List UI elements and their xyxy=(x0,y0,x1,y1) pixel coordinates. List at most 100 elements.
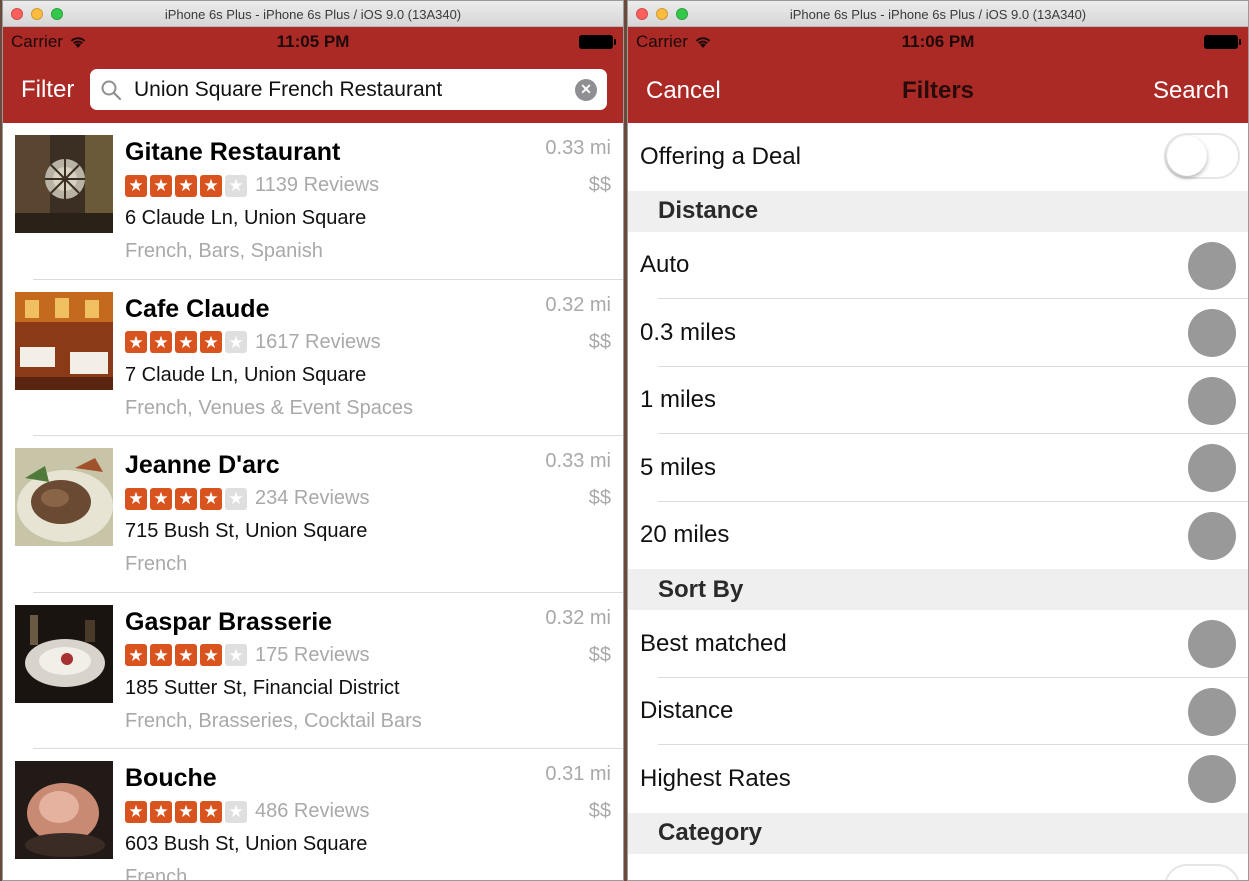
status-time: 11:06 PM xyxy=(901,32,975,51)
distance-option[interactable]: 20 miles xyxy=(628,502,1248,570)
restaurant-photo xyxy=(15,448,113,546)
restaurant-name: Gitane Restaurant xyxy=(125,138,341,166)
restaurant-photo xyxy=(15,604,113,703)
restaurant-distance: 0.32 mi xyxy=(545,606,611,629)
radio-button[interactable] xyxy=(1188,376,1236,425)
star-icon: ★ xyxy=(125,331,147,353)
star-empty-icon: ★ xyxy=(225,644,247,666)
search-button[interactable]: Search xyxy=(1153,77,1229,105)
radio-button[interactable] xyxy=(1188,444,1236,492)
filters-table[interactable]: Offering a Deal Distance Auto 0.3 miles … xyxy=(628,123,1248,880)
star-empty-icon: ★ xyxy=(225,800,247,823)
star-icon: ★ xyxy=(200,644,222,666)
radio-button[interactable] xyxy=(1188,309,1236,357)
results-list[interactable]: Gitane Restaurant 0.33 mi ★ ★ ★ ★ ★ 1139 Rev… xyxy=(3,123,623,880)
option-label: Best matched xyxy=(640,629,787,657)
search-input[interactable] xyxy=(134,77,575,102)
star-icon: ★ xyxy=(175,331,197,353)
window-titlebar: iPhone 6s Plus - iPhone 6s Plus / iOS 9.… xyxy=(628,1,1248,27)
star-icon: ★ xyxy=(125,644,147,666)
restaurant-address: 603 Bush St, Union Square xyxy=(125,833,368,855)
star-icon: ★ xyxy=(175,487,197,510)
star-empty-icon: ★ xyxy=(225,487,247,510)
restaurant-name: Jeanne D'arc xyxy=(125,451,280,479)
filters-navbar: Cancel Filters Search xyxy=(628,57,1248,123)
radio-button[interactable] xyxy=(1188,620,1236,668)
restaurant-address: 6 Claude Ln, Union Square xyxy=(125,207,367,229)
distance-option[interactable]: Auto xyxy=(628,232,1248,300)
section-header-distance: Distance xyxy=(628,190,1248,232)
radio-button[interactable] xyxy=(1188,687,1236,736)
radio-button[interactable] xyxy=(1188,241,1236,290)
review-count: 234 Reviews xyxy=(255,487,370,509)
price-level: $$ xyxy=(588,487,611,509)
restaurant-photo xyxy=(15,291,113,390)
review-count: 1139 Reviews xyxy=(255,174,380,196)
radio-button[interactable] xyxy=(1188,511,1236,560)
distance-option[interactable]: 1 miles xyxy=(628,367,1248,435)
review-count: 486 Reviews xyxy=(255,800,370,822)
restaurant-distance: 0.32 mi xyxy=(545,293,611,316)
battery-icon xyxy=(1204,35,1241,49)
star-icon: ★ xyxy=(200,331,222,353)
option-label: 5 miles xyxy=(640,453,717,481)
price-level: $$ xyxy=(588,174,611,196)
status-bar: Carrier 11:05 PM xyxy=(3,27,623,57)
search-bar[interactable]: ✕ xyxy=(90,69,607,110)
window-titlebar: iPhone 6s Plus - iPhone 6s Plus / iOS 9.… xyxy=(3,1,623,27)
star-icon: ★ xyxy=(200,487,222,510)
search-navbar: Filter ✕ xyxy=(3,57,623,123)
clear-icon[interactable]: ✕ xyxy=(575,78,597,101)
rating: ★ ★ ★ ★ ★ 1617 Reviews xyxy=(125,331,381,354)
star-icon: ★ xyxy=(150,487,172,510)
list-item[interactable]: Bouche 0.31 mi ★ ★ ★ ★ ★ 486 Reviews $$ 603 … xyxy=(3,749,623,880)
star-icon: ★ xyxy=(125,174,147,197)
list-item[interactable]: Cafe Claude 0.32 mi ★ ★ ★ ★ ★ 1617 Reviews $… xyxy=(3,280,623,437)
restaurant-address: 715 Bush St, Union Square xyxy=(125,520,368,542)
simulator-window-results: iPhone 6s Plus - iPhone 6s Plus / iOS 9.… xyxy=(2,0,624,881)
radio-button[interactable] xyxy=(1188,755,1236,803)
rating: ★ ★ ★ ★ ★ 486 Reviews xyxy=(125,800,370,823)
option-label: 0.3 miles xyxy=(640,318,737,346)
restaurant-categories: French xyxy=(125,553,188,575)
category-option[interactable] xyxy=(628,854,1248,880)
star-icon: ★ xyxy=(125,800,147,823)
price-level: $$ xyxy=(588,800,611,822)
restaurant-name: Gaspar Brasserie xyxy=(125,607,333,636)
restaurant-photo xyxy=(15,135,113,233)
simulator-window-filters: iPhone 6s Plus - iPhone 6s Plus / iOS 9.… xyxy=(627,0,1249,881)
rating: ★ ★ ★ ★ ★ 175 Reviews xyxy=(125,644,370,667)
status-time: 11:05 PM xyxy=(276,32,350,51)
star-icon: ★ xyxy=(125,487,147,510)
list-item[interactable]: Gitane Restaurant 0.33 mi ★ ★ ★ ★ ★ 1139 Rev… xyxy=(3,123,623,280)
review-count: 1617 Reviews xyxy=(255,330,381,353)
list-item[interactable]: Gaspar Brasserie 0.32 mi ★ ★ ★ ★ ★ 175 Revie… xyxy=(3,593,623,750)
list-item[interactable]: Jeanne D'arc 0.33 mi ★ ★ ★ ★ ★ 234 Reviews $… xyxy=(3,436,623,593)
distance-option[interactable]: 5 miles xyxy=(628,434,1248,502)
restaurant-categories: French, Brasseries, Cocktail Bars xyxy=(125,709,422,732)
restaurant-name: Bouche xyxy=(125,764,217,792)
rating: ★ ★ ★ ★ ★ 234 Reviews xyxy=(125,487,370,510)
category-toggle[interactable] xyxy=(1164,863,1240,880)
option-label: Auto xyxy=(640,251,690,279)
option-label: Highest Rates xyxy=(640,764,791,792)
star-rating: ★ ★ ★ ★ ★ xyxy=(125,331,247,353)
deal-toggle[interactable] xyxy=(1164,133,1240,179)
filter-button[interactable]: Filter xyxy=(21,76,74,104)
star-rating: ★ ★ ★ ★ ★ xyxy=(125,174,247,197)
distance-option[interactable]: 0.3 miles xyxy=(628,299,1248,367)
sort-option[interactable]: Highest Rates xyxy=(628,745,1248,813)
star-icon: ★ xyxy=(200,174,222,197)
window-title: iPhone 6s Plus - iPhone 6s Plus / iOS 9.… xyxy=(789,7,1087,22)
star-empty-icon: ★ xyxy=(225,331,247,353)
restaurant-distance: 0.33 mi xyxy=(545,450,611,472)
restaurant-distance: 0.31 mi xyxy=(545,763,611,785)
restaurant-categories: French, Bars, Spanish xyxy=(125,240,323,262)
restaurant-distance: 0.33 mi xyxy=(545,137,611,159)
sort-option[interactable]: Distance xyxy=(628,678,1248,746)
sort-option[interactable]: Best matched xyxy=(628,610,1248,678)
option-label: 1 miles xyxy=(640,386,717,414)
star-icon: ★ xyxy=(175,644,197,666)
restaurant-name: Cafe Claude xyxy=(125,294,270,323)
star-icon: ★ xyxy=(150,331,172,353)
